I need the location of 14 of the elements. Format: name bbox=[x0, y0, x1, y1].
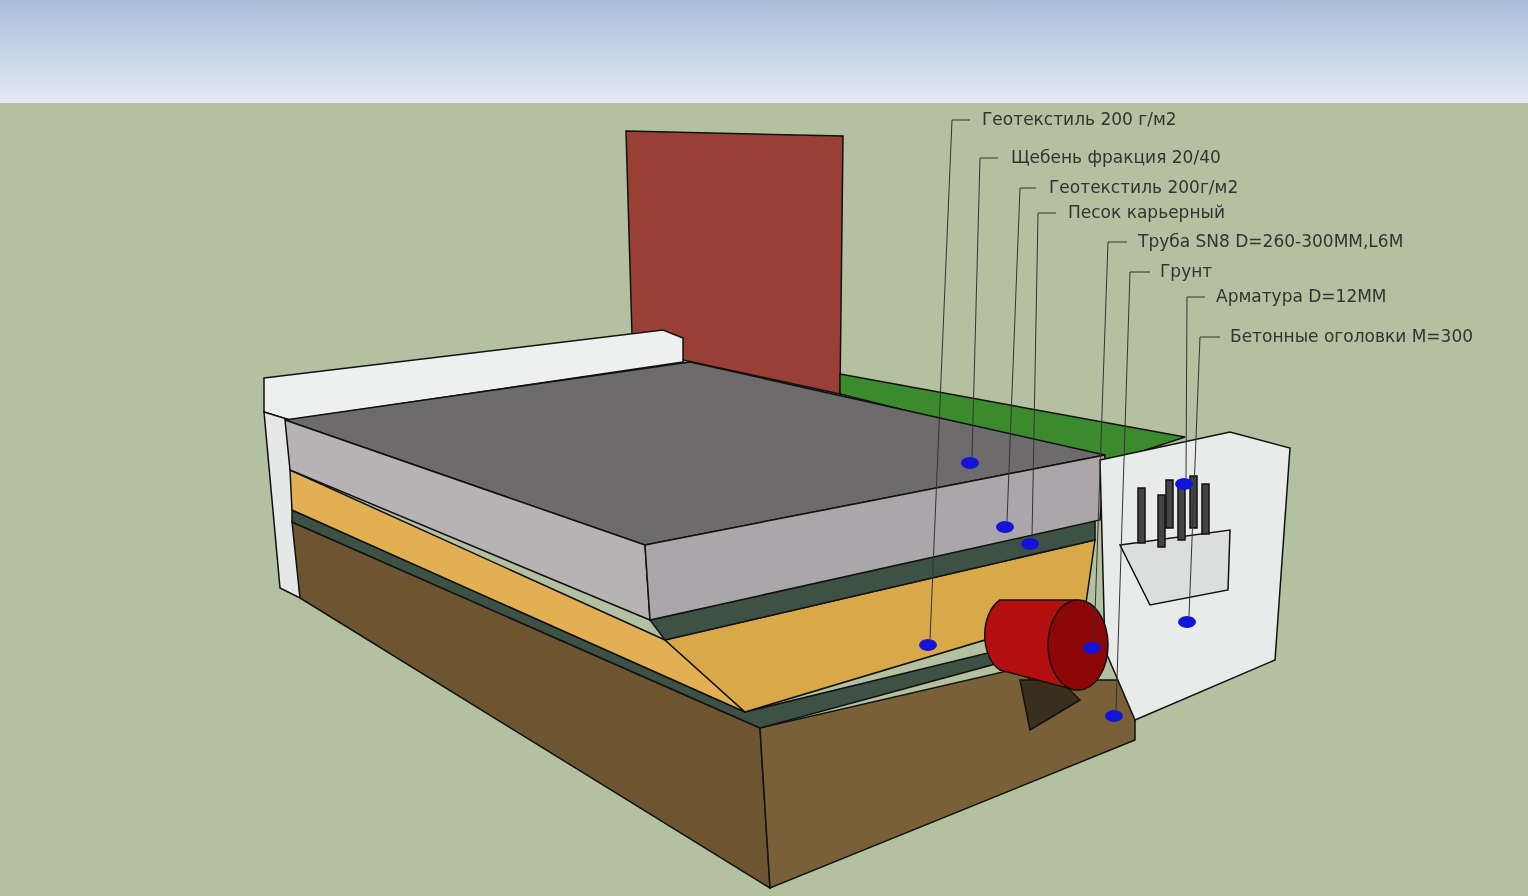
callout-label: Щебень фракция 20/40 bbox=[1011, 146, 1221, 168]
rebar-rod bbox=[1189, 475, 1198, 529]
callout-label: Песок карьерный bbox=[1068, 201, 1225, 223]
callout-label: Труба SN8 D=260-300ММ,L6M bbox=[1138, 230, 1404, 252]
rebar-rod bbox=[1137, 487, 1146, 544]
rebar-rod bbox=[1177, 485, 1186, 541]
callout-label: Грунт bbox=[1160, 260, 1213, 282]
callout-label: Геотекстиль 200г/м2 bbox=[1049, 176, 1239, 198]
callout-label: Арматура D=12ММ bbox=[1216, 285, 1387, 307]
callout-label: Геотекстиль 200 г/м2 bbox=[982, 108, 1177, 130]
callout-label: Бетонные оголовки М=300 bbox=[1230, 325, 1474, 347]
rebar-rod bbox=[1157, 494, 1166, 548]
rebar-rod bbox=[1201, 483, 1210, 535]
rebar-rod bbox=[1165, 479, 1174, 529]
